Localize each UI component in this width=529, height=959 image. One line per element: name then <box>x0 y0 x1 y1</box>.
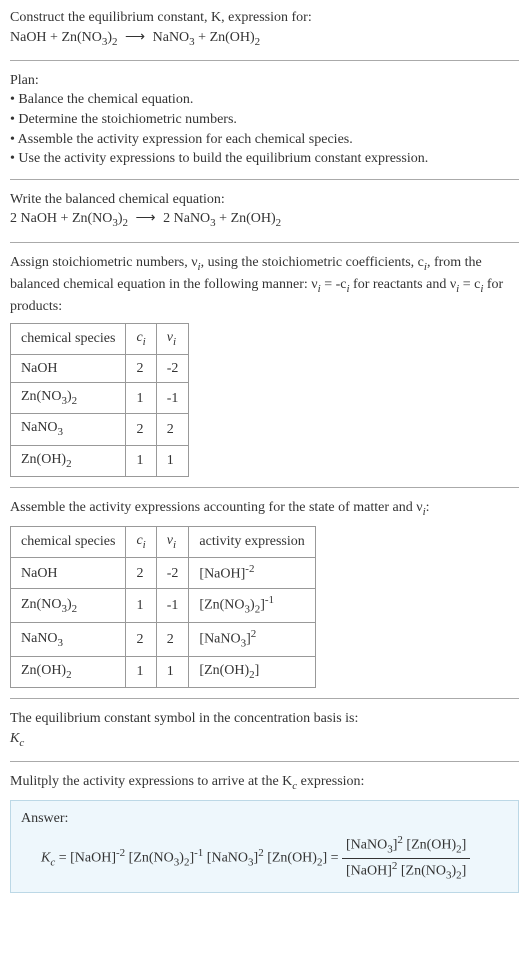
table-row: Zn(NO3)2 1 -1 [Zn(NO3)2]-1 <box>11 589 316 623</box>
plan-section: Plan: • Balance the chemical equation. •… <box>10 71 519 169</box>
balanced-heading: Write the balanced chemical equation: <box>10 192 225 207</box>
table-row: NaOH 2 -2 [NaOH]-2 <box>11 558 316 589</box>
kc-symbol: Kc <box>10 731 24 746</box>
answer-box: Answer: Kc = [NaOH]-2 [Zn(NO3)2]-1 [NaNO… <box>10 800 519 892</box>
answer-expression: Kc = [NaOH]-2 [Zn(NO3)2]-1 [NaNO3]2 [Zn(… <box>21 829 508 884</box>
plan-item: • Assemble the activity expression for e… <box>10 132 353 147</box>
ksymbol-text: The equilibrium constant symbol in the c… <box>10 711 358 726</box>
activity-table: chemical species ci νi activity expressi… <box>10 526 316 688</box>
arrow-icon: ⟶ <box>132 209 160 229</box>
assemble-text: Assemble the activity expressions accoun… <box>10 498 519 520</box>
unbalanced-equation: NaOH + Zn(NO3)2 ⟶ NaNO3 + Zn(OH)2 <box>10 30 260 45</box>
ksymbol-section: The equilibrium constant symbol in the c… <box>10 709 519 751</box>
th-vi: νi <box>156 323 189 354</box>
stoich-text: Assign stoichiometric numbers, νi, using… <box>10 253 519 317</box>
th-ci: ci <box>126 527 156 558</box>
th-species: chemical species <box>11 323 126 354</box>
fraction: [NaNO3]2 [Zn(OH)2] [NaOH]2 [Zn(NO3)2] <box>342 833 470 884</box>
multiply-text: Mulitply the activity expressions to arr… <box>10 772 519 794</box>
plan-item: • Use the activity expressions to build … <box>10 151 428 166</box>
table-row: NaNO3 2 2 [NaNO3]2 <box>11 623 316 657</box>
th-vi: νi <box>156 527 189 558</box>
th-activity: activity expression <box>189 527 315 558</box>
question-prompt: Construct the equilibrium constant, K, e… <box>10 8 519 50</box>
th-species: chemical species <box>11 527 126 558</box>
answer-label: Answer: <box>21 811 68 826</box>
plan-item: • Determine the stoichiometric numbers. <box>10 112 237 127</box>
table-row: Zn(OH)2 1 1 <box>11 445 189 476</box>
arrow-icon: ⟶ <box>121 28 149 48</box>
th-ci: ci <box>126 323 156 354</box>
table-row: NaOH 2 -2 <box>11 354 189 383</box>
numerator: [NaNO3]2 [Zn(OH)2] <box>342 833 470 859</box>
plan-item: • Balance the chemical equation. <box>10 92 193 107</box>
stoich-table: chemical species ci νi NaOH 2 -2 Zn(NO3)… <box>10 323 189 477</box>
balanced-section: Write the balanced chemical equation: 2 … <box>10 190 519 232</box>
table-row: NaNO3 2 2 <box>11 414 189 445</box>
denominator: [NaOH]2 [Zn(NO3)2] <box>342 859 470 884</box>
prompt-text: Construct the equilibrium constant, K, e… <box>10 10 312 25</box>
table-row: Zn(OH)2 1 1 [Zn(OH)2] <box>11 657 316 688</box>
table-row: Zn(NO3)2 1 -1 <box>11 383 189 414</box>
balanced-equation: 2 NaOH + Zn(NO3)2 ⟶ 2 NaNO3 + Zn(OH)2 <box>10 211 281 226</box>
plan-heading: Plan: <box>10 73 39 88</box>
